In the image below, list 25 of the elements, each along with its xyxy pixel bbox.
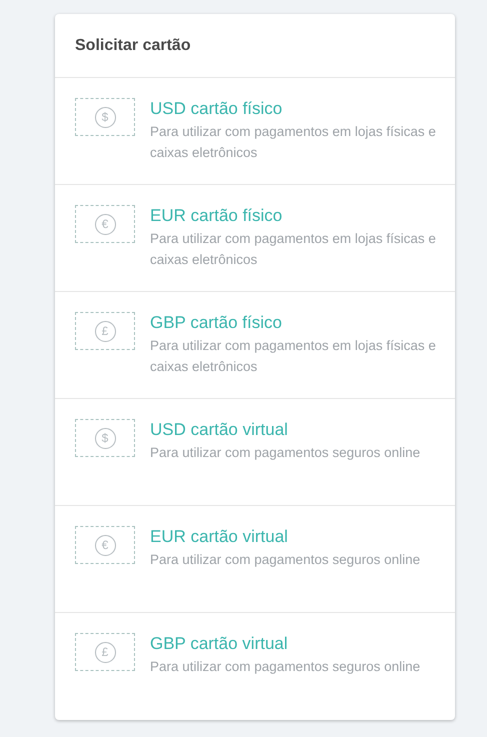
option-description: Para utilizar com pagamentos em lojas físicas e caixas eletrônicos — [150, 337, 437, 376]
card-title: Solicitar cartão — [75, 36, 191, 56]
option-description: Para utilizar com pagamentos seguros online — [150, 444, 422, 462]
option-title: EUR cartão virtual — [150, 526, 289, 548]
card-placeholder-icon: $ — [75, 98, 135, 136]
card-placeholder-icon: $ — [75, 419, 135, 457]
option-title: USD cartão virtual — [150, 419, 289, 441]
card-option[interactable]: $ USD cartão físico Para utilizar com pagamentos em lojas físicas e caixas eletrônicos — [55, 78, 455, 185]
card-placeholder-icon: £ — [75, 312, 135, 350]
card-option[interactable]: £ GBP cartão físico Para utilizar com pagamentos em lojas físicas e caixas eletrônicos — [55, 292, 455, 399]
option-title: GBP cartão virtual — [150, 633, 289, 655]
card-placeholder-icon: € — [75, 526, 135, 564]
card-option[interactable]: € EUR cartão físico Para utilizar com pagamentos em lojas físicas e caixas eletrônicos — [55, 185, 455, 292]
card-option[interactable]: $ USD cartão virtual Para utilizar com pagamentos seguros online — [55, 399, 455, 506]
card-option[interactable]: £ GBP cartão virtual Para utilizar com pagamentos seguros online — [55, 613, 455, 720]
card-option[interactable]: € EUR cartão virtual Para utilizar com pagamentos seguros online — [55, 506, 455, 613]
option-title: USD cartão físico — [150, 98, 284, 120]
option-description: Para utilizar com pagamentos seguros online — [150, 658, 422, 676]
option-description: Para utilizar com pagamentos em lojas físicas e caixas eletrônicos — [150, 123, 437, 162]
option-description: Para utilizar com pagamentos em lojas físicas e caixas eletrônicos — [150, 230, 437, 269]
card-placeholder-icon: £ — [75, 633, 135, 671]
option-title: EUR cartão físico — [150, 205, 284, 227]
option-title: GBP cartão físico — [150, 312, 283, 334]
card-placeholder-icon: € — [75, 205, 135, 243]
option-description: Para utilizar com pagamentos seguros online — [150, 551, 422, 569]
